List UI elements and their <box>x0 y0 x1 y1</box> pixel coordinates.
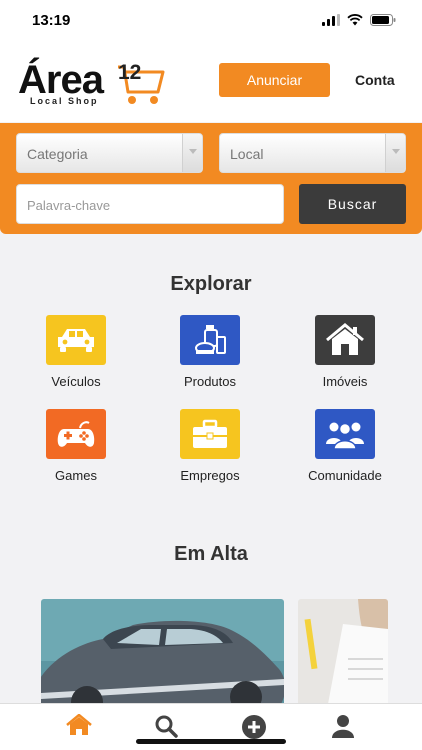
car-icon <box>46 315 106 365</box>
tab-home[interactable] <box>64 714 94 742</box>
category-label: Imóveis <box>322 374 368 389</box>
category-real-estate[interactable]: Imóveis <box>290 315 400 389</box>
category-dropdown-toggle[interactable] <box>182 134 202 172</box>
account-link[interactable]: Conta <box>355 72 395 88</box>
trending-card[interactable] <box>298 599 388 704</box>
home-icon <box>66 714 92 735</box>
tab-search[interactable] <box>151 714 181 742</box>
category-label: Empregos <box>180 468 240 483</box>
search-button[interactable]: Buscar <box>299 184 406 224</box>
logo-tagline: Local Shop <box>30 96 99 106</box>
explore-title: Explorar <box>170 273 252 295</box>
trending-title: Em Alta <box>174 543 248 565</box>
house-icon <box>315 315 375 365</box>
logo-number: 12 <box>118 61 142 84</box>
category-label: Comunidade <box>308 468 382 483</box>
chevron-down-icon <box>189 149 197 154</box>
signal-icon <box>322 14 340 26</box>
location-select-label: Local <box>230 146 264 162</box>
profile-icon <box>332 715 354 738</box>
status-icons <box>322 14 396 26</box>
category-games[interactable]: Games <box>21 409 131 483</box>
location-select[interactable]: Local <box>219 133 406 173</box>
keyword-input[interactable]: Palavra-chave <box>16 184 284 224</box>
tab-profile[interactable] <box>328 714 358 742</box>
status-time: 13:19 <box>32 12 71 29</box>
gamepad-icon <box>46 409 106 459</box>
announce-button[interactable]: Anunciar <box>219 63 330 97</box>
search-icon <box>155 715 178 738</box>
location-dropdown-toggle[interactable] <box>385 134 405 172</box>
category-products[interactable]: Produtos <box>155 315 265 389</box>
battery-icon <box>370 14 396 26</box>
category-vehicles[interactable]: Veículos <box>21 315 131 389</box>
category-label: Veículos <box>51 374 101 389</box>
app-logo[interactable]: Área 12 Local Shop <box>18 58 166 110</box>
chevron-down-icon <box>392 149 400 154</box>
status-bar: 13:19 <box>0 0 422 44</box>
search-panel: Categoria Local Palavra-chave Buscar <box>0 123 422 234</box>
car-photo <box>41 599 284 704</box>
add-circle-icon <box>242 715 266 739</box>
documents-photo <box>298 599 388 704</box>
community-icon <box>315 409 375 459</box>
category-label: Produtos <box>183 374 237 389</box>
app-header: Área 12 Local Shop Anunciar Conta <box>0 44 422 122</box>
home-indicator <box>136 739 286 744</box>
tab-add[interactable] <box>239 714 269 742</box>
wifi-icon <box>347 14 363 26</box>
keyword-placeholder: Palavra-chave <box>27 198 111 213</box>
briefcase-icon <box>180 409 240 459</box>
category-jobs[interactable]: Empregos <box>155 409 265 483</box>
trending-card[interactable] <box>41 599 284 704</box>
products-icon <box>180 315 240 365</box>
category-label: Games <box>55 468 97 483</box>
category-select-label: Categoria <box>27 146 88 162</box>
category-select[interactable]: Categoria <box>16 133 203 173</box>
category-community[interactable]: Comunidade <box>290 409 400 483</box>
